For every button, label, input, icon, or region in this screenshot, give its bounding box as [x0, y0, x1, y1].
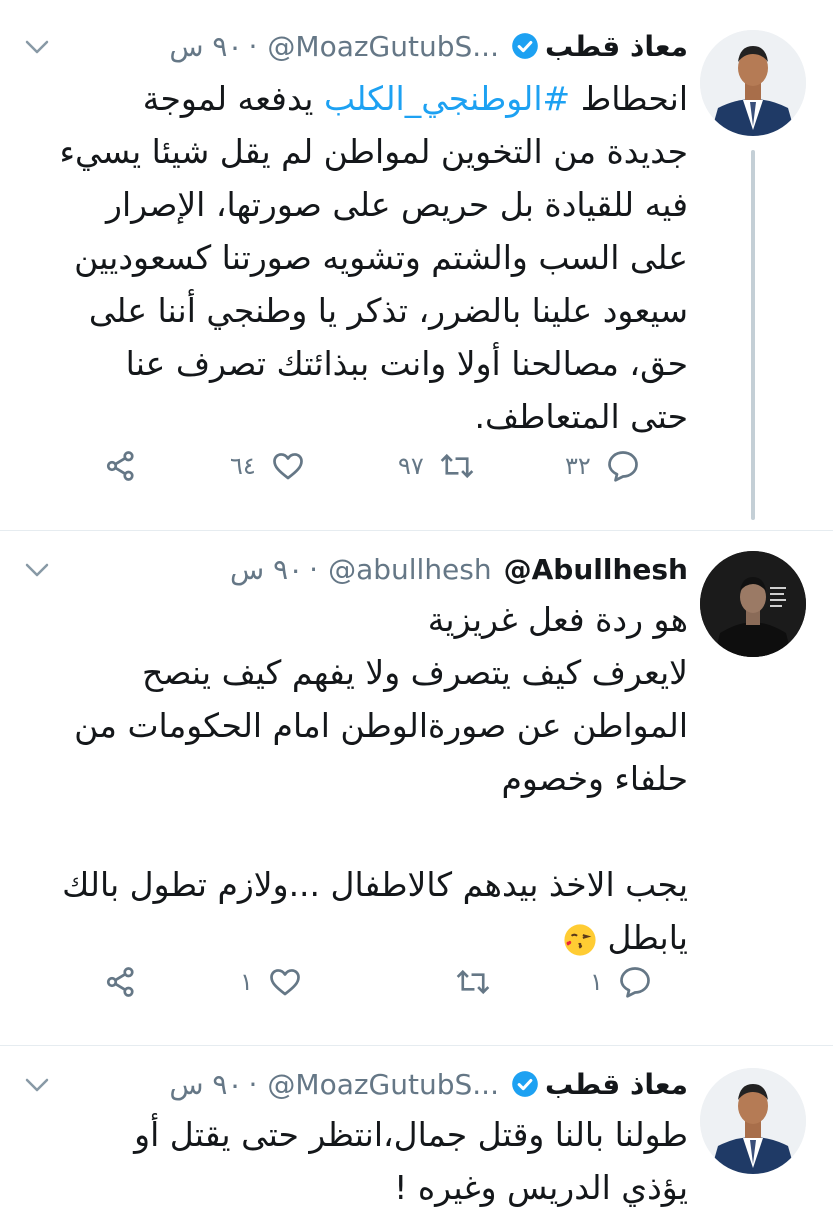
- reply-count: ٣٢: [565, 452, 591, 480]
- tweet-header: معاذ قطب @MoazGutubS... · ٩٠ س: [169, 1064, 688, 1104]
- face-blowing-kiss-emoji: [564, 923, 596, 956]
- separator-dot: ·: [309, 552, 319, 586]
- tweet-1[interactable]: معاذ قطب @MoazGutubS... · ٩٠ س انحطاط #ا…: [0, 0, 833, 525]
- share-button[interactable]: [103, 964, 139, 1000]
- chevron-down-icon[interactable]: [22, 555, 52, 585]
- chevron-down-icon[interactable]: [22, 32, 52, 62]
- text-line: انحطاط: [580, 79, 688, 118]
- display-name[interactable]: معاذ قطب: [545, 30, 688, 63]
- handle[interactable]: @MoazGutubS...: [267, 1068, 499, 1101]
- tweet-3[interactable]: معاذ قطب @MoazGutubS... · ٩٠ س طولنا بال…: [0, 1046, 833, 1207]
- share-nodes-icon: [106, 967, 134, 997]
- comment-bubble-icon: [620, 967, 650, 998]
- text-line: المواطن عن صورةالوطن امام الحكومات من: [74, 706, 688, 745]
- tweet-2[interactable]: @Abullhesh @abullhesh · ٩٠ س هو ردة فعل …: [0, 531, 833, 1041]
- reply-button[interactable]: ٣٢: [565, 448, 641, 484]
- text-line: على السب والشتم وتشويه صورتنا كسعوديين: [74, 238, 688, 277]
- timestamp[interactable]: ٩٠ س: [169, 1068, 242, 1101]
- tweet-text: طولنا بالنا وقتل جمال،انتظر حتى يقتل أو …: [18, 1108, 688, 1214]
- like-button[interactable]: ١: [240, 964, 303, 1000]
- heart-outline-icon: [272, 453, 303, 480]
- text-line: لايعرف كيف يتصرف ولا يفهم كيف ينصح: [142, 653, 688, 692]
- tweet-header: @Abullhesh @abullhesh · ٩٠ س: [230, 549, 688, 589]
- text-line: جديدة من التخوين لمواطن لم يقل شيئا يسيء: [59, 132, 688, 171]
- text-line: يابطل: [607, 918, 689, 957]
- share-button[interactable]: [103, 448, 139, 484]
- verified-badge-icon: [511, 32, 539, 60]
- text-line: يدفعه لموجة: [142, 79, 314, 118]
- reply-button[interactable]: ١: [590, 964, 653, 1000]
- tweet-text: هو ردة فعل غريزية لايعرف كيف يتصرف ولا ي…: [18, 593, 688, 964]
- text-line: يجب الاخذ بيدهم كالاطفال ...ولازم تطول ب…: [62, 865, 688, 904]
- like-count: ٦٤: [230, 452, 256, 480]
- timestamp[interactable]: ٩٠ س: [169, 30, 242, 63]
- verified-badge-icon: [511, 1070, 539, 1098]
- avatar[interactable]: [700, 1068, 806, 1174]
- text-line: هو ردة فعل غريزية: [427, 600, 688, 639]
- chevron-down-icon[interactable]: [22, 1070, 52, 1100]
- text-line: طولنا بالنا وقتل جمال،انتظر حتى يقتل أو: [134, 1115, 688, 1154]
- retweet-arrows-icon: [440, 453, 474, 479]
- share-nodes-icon: [106, 451, 134, 481]
- retweet-button[interactable]: [440, 964, 492, 1000]
- text-line: حلفاء وخصوم: [501, 759, 688, 798]
- retweet-count: ٩٧: [398, 452, 424, 480]
- like-button[interactable]: ٦٤: [230, 448, 306, 484]
- reply-count: ١: [590, 968, 603, 996]
- display-name[interactable]: @Abullhesh: [504, 553, 688, 586]
- handle[interactable]: @MoazGutubS...: [267, 30, 499, 63]
- text-line: سيعود علينا بالضرر، تذكر يا وطنجي أننا ع…: [88, 291, 688, 330]
- avatar[interactable]: [700, 30, 806, 136]
- comment-bubble-icon: [607, 451, 638, 482]
- text-line: يؤذي الدريس وغيره !: [394, 1168, 688, 1207]
- tweet-actions: ١ ١: [0, 964, 833, 1014]
- display-name[interactable]: معاذ قطب: [545, 1068, 688, 1101]
- tweet-text: انحطاط #الوطنجي_الكلب يدفعه لموجة جديدة …: [18, 72, 688, 443]
- avatar[interactable]: [700, 551, 806, 657]
- separator-dot: ·: [248, 1067, 258, 1101]
- retweet-button[interactable]: ٩٧: [398, 448, 476, 484]
- text-line: حق، مصالحنا أولا وانت ببذائتك تصرف عنا: [125, 344, 688, 383]
- handle[interactable]: @abullhesh: [328, 553, 492, 586]
- timestamp[interactable]: ٩٠ س: [230, 553, 303, 586]
- heart-outline-icon: [270, 969, 300, 996]
- text-line: فيه للقيادة بل حريص على صورتها، الإصرار: [106, 185, 688, 224]
- tweet-actions: ٣٢ ٩٧ ٦٤: [0, 448, 833, 498]
- tweet-header: معاذ قطب @MoazGutubS... · ٩٠ س: [169, 26, 688, 66]
- retweet-arrows-icon: [456, 969, 490, 995]
- text-line: حتى المتعاطف.: [474, 397, 688, 436]
- separator-dot: ·: [248, 29, 258, 63]
- like-count: ١: [240, 968, 253, 996]
- hashtag-link[interactable]: #الوطنجي_الكلب: [324, 79, 570, 118]
